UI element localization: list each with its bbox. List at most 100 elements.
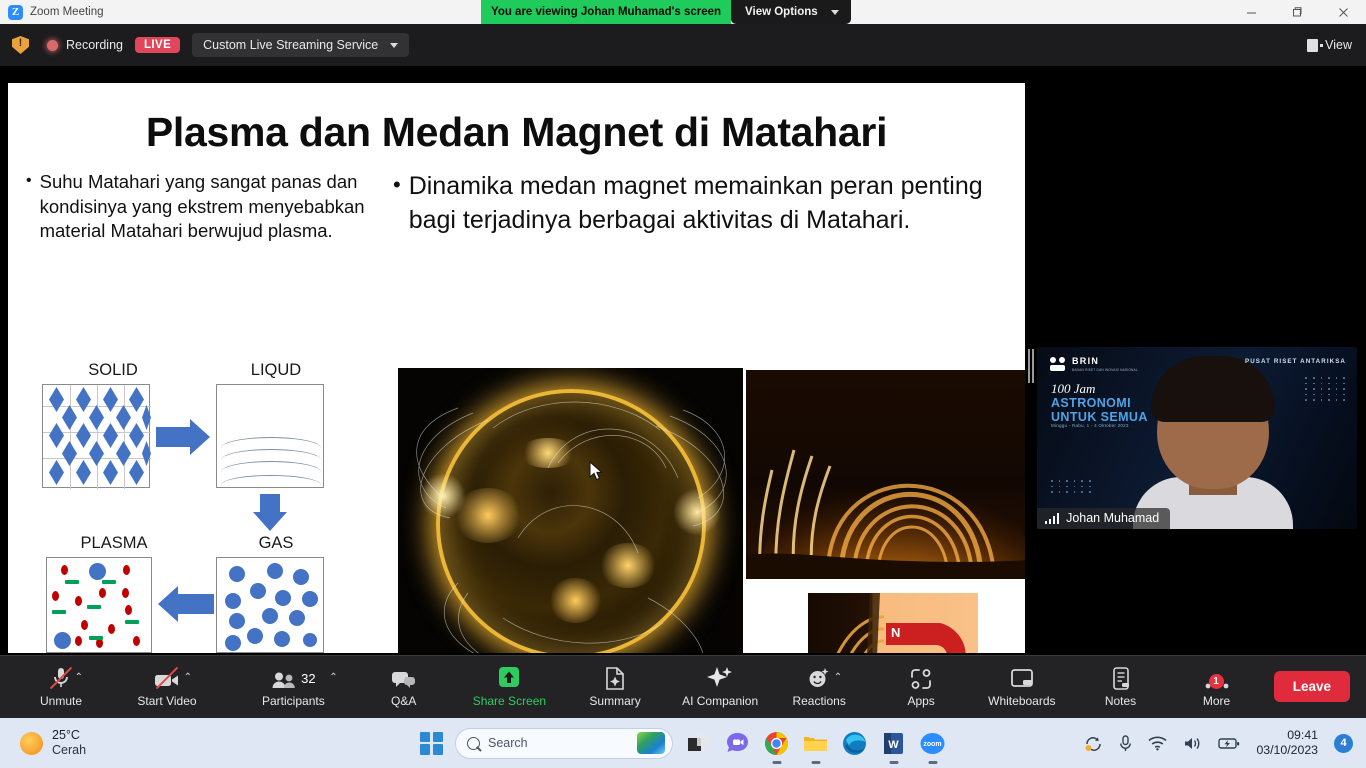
smiley-reaction-icon: ⌃ [808,666,842,690]
search-input[interactable]: Search [455,727,673,759]
maximize-icon[interactable] [1274,0,1320,24]
reactions-button[interactable]: ⌃ Reactions [788,655,850,718]
bullet-column-right: • Dinamika medan magnet memainkan peran … [383,170,1025,244]
liquid-label: LIQUD [250,361,302,379]
summary-doc-icon [605,666,625,690]
summary-button[interactable]: Summary [584,655,646,718]
event-title-line1: ASTRONOMI [1051,396,1131,410]
share-screen-button[interactable]: Share Screen [473,655,546,718]
chat-bubbles-icon [391,666,417,690]
screen-share-banner: You are viewing Johan Muhamad's screen V… [481,0,851,24]
reactions-label: Reactions [792,694,846,708]
leave-button[interactable]: Leave [1273,671,1350,702]
sparkle-icon [707,666,733,690]
window-controls [1228,0,1366,24]
solid-label: SOLID [88,361,138,379]
shared-slide[interactable]: Plasma dan Medan Magnet di Matahari • Su… [8,83,1025,653]
background-dot-grid [1305,377,1345,401]
zoom-meeting-toolbar: ⌃ Unmute ⌃ Start Video 32 ⌃ Participants… [0,655,1366,718]
taskbar-center-group: Search W zoom [0,727,1366,764]
people-icon: 32 ⌃ [271,666,338,690]
plasma-label: PLASMA [80,534,148,552]
search-highlight-image [637,732,665,754]
ellipsis-icon: 1 [1204,666,1230,690]
event-date: Minggu - Rabu, 1 - 4 Oktober 2023 [1051,423,1129,428]
task-view-icon[interactable] [685,730,712,757]
minimize-icon[interactable] [1228,0,1274,24]
bullet-point-icon: • [393,172,401,197]
solid-box [42,384,151,489]
qa-label: Q&A [391,694,417,708]
windows-taskbar: 25°C Cerah Search W zoom 09:41 03/10/202… [0,718,1366,768]
participant-count: 32 [301,670,316,686]
live-badge: LIVE [134,37,181,53]
windows-start-icon[interactable] [420,731,443,755]
start-video-button[interactable]: ⌃ Start Video [136,655,198,718]
event-title: ASTRONOMI UNTUK SEMUA [1051,396,1148,425]
unmute-button[interactable]: ⌃ Unmute [30,655,92,718]
chrome-icon[interactable] [763,730,790,764]
more-notification-badge: 1 [1208,674,1224,689]
ai-companion-label: AI Companion [682,694,759,708]
qa-button[interactable]: Q&A [373,655,435,718]
participants-button[interactable]: 32 ⌃ Participants [262,655,338,718]
states-of-matter-diagram: SOLID LIQUD PLASMA GAS [28,361,373,653]
edge-icon[interactable] [841,730,868,757]
magnetic-field-lines [416,401,727,653]
apps-button[interactable]: Apps [890,655,952,718]
gas-label: GAS [258,534,294,552]
share-screen-label: Share Screen [472,694,547,708]
close-icon[interactable] [1320,0,1366,24]
whiteboards-button[interactable]: Whiteboards [988,655,1056,718]
notes-icon [1111,666,1131,690]
view-options-label: View Options [745,6,818,18]
view-layout-button[interactable]: View [1307,38,1352,52]
arrow-solid-to-liquid [156,427,192,447]
chevron-up-icon[interactable]: ⌃ [75,672,83,683]
brin-logo: BRIN BADAN RISET DAN INOVASI NASIONAL [1050,356,1138,372]
participant-video-tile[interactable]: BRIN BADAN RISET DAN INOVASI NASIONAL 10… [1037,347,1357,529]
recording-dot-icon [47,39,58,51]
zoom-status-bar: Recording LIVE Custom Live Streaming Ser… [0,24,1366,66]
ai-companion-button[interactable]: AI Companion [682,655,758,718]
live-streaming-service-button[interactable]: Custom Live Streaming Service [192,33,410,57]
file-explorer-icon[interactable] [802,730,829,764]
slide-title: Plasma dan Medan Magnet di Matahari [145,109,888,155]
magnet-analogy-image: N S [808,593,978,653]
svg-text:W: W [888,739,899,751]
chevron-down-icon [390,42,399,48]
background-dot-grid [1051,480,1091,493]
participants-label: Participants [262,694,325,708]
zoom-icon[interactable]: zoom [919,730,946,764]
sun-magnetic-field-image: NASA [398,368,743,653]
signal-bars-icon [1045,512,1060,524]
chevron-up-icon[interactable]: ⌃ [329,672,337,683]
research-unit-label: PUSAT RISET ANTARIKSA [1244,358,1346,365]
notes-label: Notes [1104,694,1137,708]
whiteboard-icon [1010,666,1034,690]
bullet-point-icon: • [26,172,32,189]
whiteboards-label: Whiteboards [988,694,1056,708]
shield-warning-icon[interactable] [12,36,29,54]
word-icon[interactable]: W [880,730,907,764]
brin-mark-icon [1050,356,1066,372]
unmute-label: Unmute [39,694,83,708]
recording-status-group: Recording LIVE Custom Live Streaming Ser… [12,33,410,57]
view-options-button[interactable]: View Options [731,0,851,24]
notes-button[interactable]: Notes [1090,655,1152,718]
more-button[interactable]: 1 More [1186,655,1248,718]
chevron-up-icon[interactable]: ⌃ [184,672,192,683]
brin-label: BRIN [1072,356,1100,366]
share-screen-up-arrow-icon [497,666,521,690]
camera-off-icon: ⌃ [154,666,192,690]
apps-bracket-icon [910,666,932,690]
stream-service-label: Custom Live Streaming Service [203,38,379,52]
event-number: 100 Jam [1051,381,1096,396]
participant-name: Johan Muhamad [1066,511,1160,525]
chevron-up-icon[interactable]: ⌃ [834,672,842,683]
panel-drag-handle[interactable] [1025,346,1037,386]
bullet-column-left: • Suhu Matahari yang sangat panas dan ko… [8,170,383,244]
coronal-loops-image [746,370,1025,579]
chat-teams-icon[interactable] [724,730,751,757]
participant-figure [1133,356,1293,529]
